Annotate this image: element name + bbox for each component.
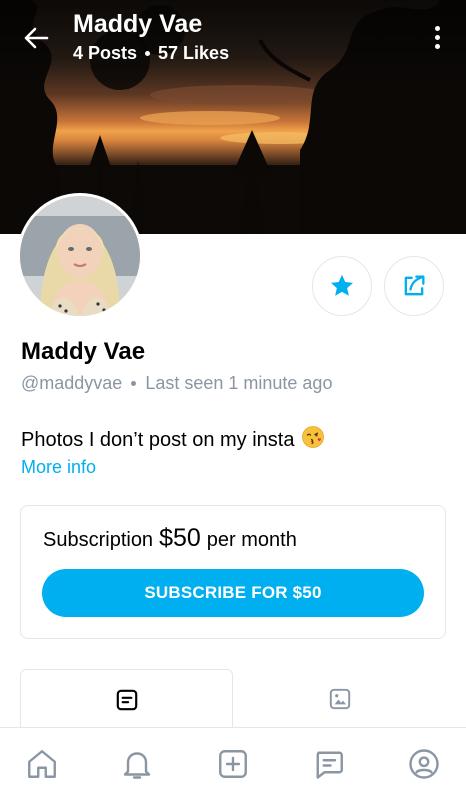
subscription-label: Subscription xyxy=(43,529,154,551)
nav-notifications[interactable] xyxy=(117,744,157,784)
header-stats: 4 Posts 57 Likes xyxy=(73,43,229,64)
favorite-button[interactable] xyxy=(312,256,372,316)
tab-media[interactable] xyxy=(233,669,446,729)
handle-row: @maddyvae Last seen 1 minute ago xyxy=(21,373,332,394)
more-options-button[interactable] xyxy=(424,22,450,52)
content-tabs xyxy=(20,669,446,729)
separator-dot xyxy=(145,51,151,56)
top-bar: Maddy Vae 4 Posts 57 Likes xyxy=(0,0,466,80)
media-icon xyxy=(329,688,350,710)
profile-handle: @maddyvae xyxy=(21,373,123,393)
messages-icon xyxy=(316,751,343,779)
avatar[interactable] xyxy=(17,193,143,319)
profile-icon xyxy=(409,749,439,779)
last-seen: Last seen 1 minute ago xyxy=(145,373,333,393)
share-icon xyxy=(404,275,425,296)
bio: Photos I don’t post on my insta xyxy=(21,425,325,455)
share-button[interactable] xyxy=(384,256,444,316)
bio-text: Photos I don’t post on my insta xyxy=(21,428,295,451)
nav-profile[interactable] xyxy=(404,744,444,784)
back-arrow-icon xyxy=(24,27,49,49)
nav-home[interactable] xyxy=(22,744,62,784)
nav-add-post[interactable] xyxy=(213,744,253,784)
posts-icon xyxy=(116,689,137,710)
notifications-icon xyxy=(123,752,151,779)
home-icon xyxy=(28,750,56,778)
back-button[interactable] xyxy=(20,22,52,54)
header-title: Maddy Vae xyxy=(73,10,203,38)
profile-name: Maddy Vae xyxy=(21,338,146,365)
subscription-period: per month xyxy=(206,529,297,551)
avatar-photo xyxy=(20,196,140,316)
nav-messages[interactable] xyxy=(309,744,349,784)
more-info-link[interactable]: More info xyxy=(21,457,96,478)
add-post-icon xyxy=(219,750,247,778)
subscribe-button[interactable]: SUBSCRIBE FOR $50 xyxy=(42,569,424,617)
posts-count: 4 Posts xyxy=(73,43,138,63)
bottom-navigation xyxy=(0,727,466,800)
subscription-price-line: Subscription $50 per month xyxy=(43,524,297,553)
subscription-price: $50 xyxy=(159,524,201,552)
likes-count: 57 Likes xyxy=(158,43,230,63)
more-dots-icon xyxy=(434,25,440,31)
star-icon xyxy=(331,274,353,296)
tab-posts[interactable] xyxy=(20,669,233,729)
kiss-emoji-icon xyxy=(301,425,325,455)
subscription-card: Subscription $50 per month SUBSCRIBE FOR… xyxy=(20,505,446,639)
separator-dot xyxy=(131,381,137,386)
